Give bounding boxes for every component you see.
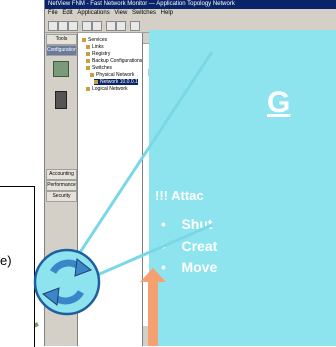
refresh-cycle-icon (33, 248, 101, 316)
up-arrow-icon (140, 268, 166, 346)
side-label: e) (0, 253, 12, 268)
